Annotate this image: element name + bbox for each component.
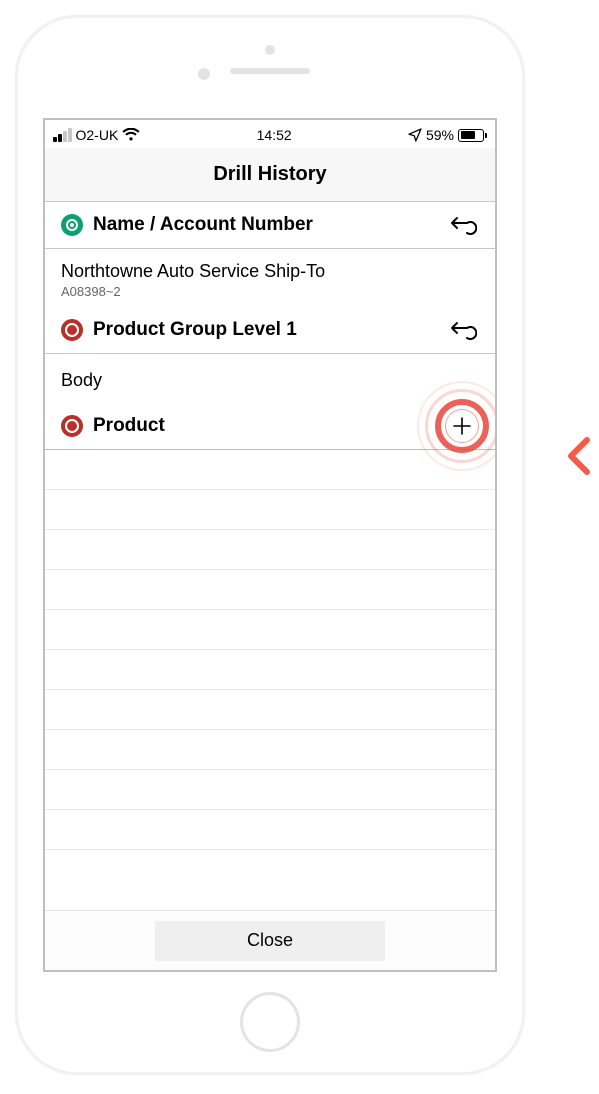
drill-level-product-group[interactable]: Product Group Level 1 <box>45 307 495 354</box>
radio-icon <box>61 415 83 437</box>
home-button[interactable] <box>240 992 300 1052</box>
cell-signal-icon <box>53 128 72 142</box>
empty-list <box>45 450 495 850</box>
empty-row <box>45 570 495 610</box>
battery-percent: 59% <box>426 127 454 143</box>
account-info: Northtowne Auto Service Ship-To A08398~2 <box>45 249 495 307</box>
battery-icon <box>458 129 487 142</box>
proximity-sensor <box>198 68 210 80</box>
carrier-label: O2-UK <box>76 127 119 143</box>
close-button-label: Close <box>247 930 293 951</box>
group-value-row: Body <box>45 354 495 403</box>
empty-row <box>45 610 495 650</box>
empty-row <box>45 730 495 770</box>
drill-level-group-label: Product Group Level 1 <box>93 319 479 341</box>
speaker-grill <box>230 68 310 74</box>
empty-row <box>45 810 495 850</box>
nav-bar: Drill History <box>45 148 495 202</box>
drill-level-account[interactable]: Name / Account Number <box>45 202 495 249</box>
drill-level-account-label: Name / Account Number <box>93 214 479 236</box>
add-button[interactable] <box>447 411 477 441</box>
status-time: 14:52 <box>257 127 292 143</box>
location-icon <box>408 128 422 142</box>
empty-row <box>45 650 495 690</box>
empty-row <box>45 490 495 530</box>
phone-mockup: O2-UK 14:52 59% <box>15 15 525 1075</box>
drill-level-product-label: Product <box>93 415 479 437</box>
group-value: Body <box>61 370 102 390</box>
account-name: Northtowne Auto Service Ship-To <box>61 261 479 282</box>
radio-icon <box>61 319 83 341</box>
status-bar: O2-UK 14:52 59% <box>45 120 495 148</box>
undo-icon[interactable] <box>449 319 477 341</box>
camera-dot <box>265 45 275 55</box>
drill-level-product[interactable]: Product <box>45 403 495 450</box>
screen: O2-UK 14:52 59% <box>43 118 497 972</box>
account-code: A08398~2 <box>61 284 479 299</box>
close-button[interactable]: Close <box>155 921 385 961</box>
empty-row <box>45 530 495 570</box>
callout-arrow-icon <box>565 436 591 476</box>
radio-selected-icon <box>61 214 83 236</box>
plus-icon <box>452 416 472 436</box>
phone-top-hardware <box>18 18 522 110</box>
empty-row <box>45 770 495 810</box>
undo-icon[interactable] <box>449 214 477 236</box>
bottom-bar: Close <box>45 910 495 970</box>
wifi-icon <box>122 128 140 142</box>
empty-row <box>45 450 495 490</box>
page-title: Drill History <box>213 163 326 186</box>
empty-row <box>45 690 495 730</box>
